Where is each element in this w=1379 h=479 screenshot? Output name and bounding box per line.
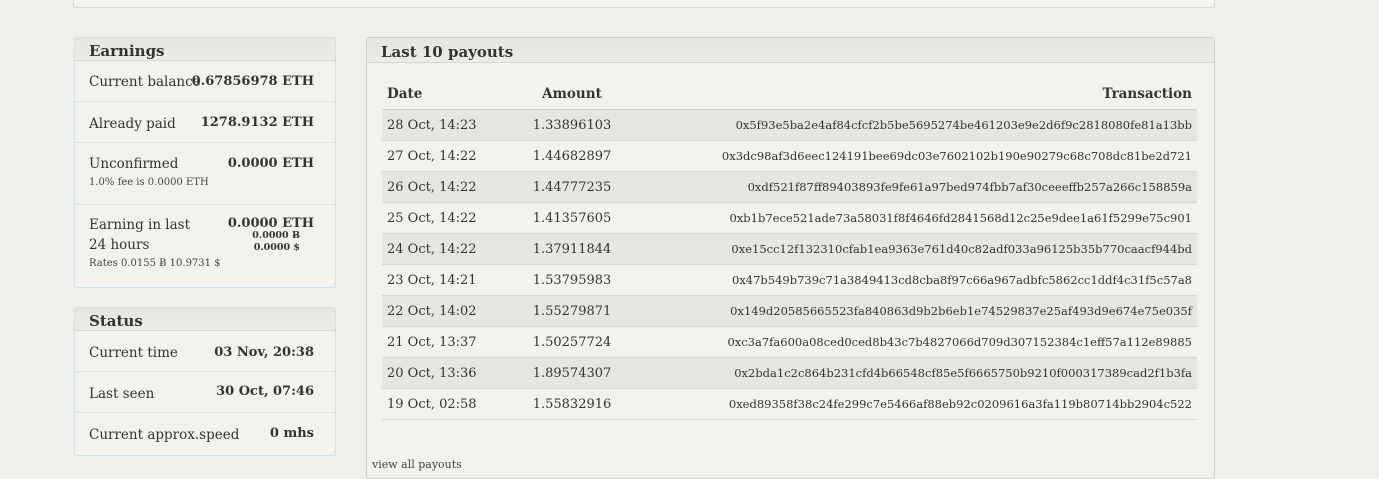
payout-row: 27 Oct, 14:22 1.44682897 0x3dc98af3d6eec12… bbox=[382, 140, 1197, 172]
payout-amount: 1.41357605 bbox=[512, 202, 632, 234]
payout-amount: 1.50257724 bbox=[512, 326, 632, 358]
payout-amount: 1.53795983 bbox=[512, 264, 632, 296]
earning-24h-usd: 0.0000 $ bbox=[253, 242, 300, 253]
payout-date: 25 Oct, 14:22 bbox=[382, 202, 512, 234]
payouts-header-row: Date Amount Transaction bbox=[382, 79, 1197, 110]
payout-row: 20 Oct, 13:36 1.89574307 0x2bda1c2c864b231… bbox=[382, 357, 1197, 389]
payout-row: 21 Oct, 13:37 1.50257724 0xc3a7fa600a08ced… bbox=[382, 326, 1197, 358]
view-all-payouts-link[interactable]: view all payouts bbox=[372, 458, 462, 471]
payout-transaction[interactable]: 0x47b549b739c71a3849413cd8cba8f97c66a967… bbox=[632, 264, 1197, 296]
speed-value: 0 mhs bbox=[269, 426, 314, 441]
payout-amount: 1.37911844 bbox=[512, 233, 632, 265]
payout-date: 27 Oct, 14:22 bbox=[382, 140, 512, 172]
last-seen-row: Last seen 30 Oct, 07:46 bbox=[75, 372, 335, 413]
speed-row: Current approx.speed 0 mhs bbox=[75, 413, 335, 453]
payout-date: 28 Oct, 14:23 bbox=[382, 109, 512, 141]
current-balance-value: 0.67856978 ETH bbox=[191, 74, 314, 89]
payout-transaction[interactable]: 0x2bda1c2c864b231cfd4b66548cf85e5f666575… bbox=[632, 357, 1197, 389]
earning-24h-row: Earning in last 24 hours 0.0000 ETH 0.00… bbox=[75, 205, 335, 284]
payout-amount: 1.89574307 bbox=[512, 357, 632, 389]
top-container-edge bbox=[73, 0, 1215, 8]
payout-transaction[interactable]: 0xdf521f87ff89403893fe9fe61a97bed974fbb7… bbox=[632, 171, 1197, 203]
rates-note: Rates 0.0155 Ƀ 10.9731 $ bbox=[89, 258, 221, 269]
payout-amount: 1.44682897 bbox=[512, 140, 632, 172]
payout-row: 25 Oct, 14:22 1.41357605 0xb1b7ece521ade73… bbox=[382, 202, 1197, 234]
payout-transaction[interactable]: 0xed89358f38c24fe299c7e5466af88eb92c0209… bbox=[632, 388, 1197, 420]
unconfirmed-value: 0.0000 ETH bbox=[227, 156, 314, 171]
payout-transaction[interactable]: 0x5f93e5ba2e4af84cfcf2b5be5695274be46120… bbox=[632, 109, 1197, 141]
payout-row: 26 Oct, 14:22 1.44777235 0xdf521f87ff89403… bbox=[382, 171, 1197, 203]
payout-row: 23 Oct, 14:21 1.53795983 0x47b549b739c71a3… bbox=[382, 264, 1197, 296]
earning-24h-value: 0.0000 ETH bbox=[227, 216, 314, 231]
current-balance-row: Current balance 0.67856978 ETH bbox=[75, 61, 335, 102]
last-seen-value: 30 Oct, 07:46 bbox=[216, 384, 314, 399]
current-time-value: 03 Nov, 20:38 bbox=[214, 345, 314, 360]
payout-amount: 1.55279871 bbox=[512, 295, 632, 327]
payout-transaction[interactable]: 0xe15cc12f132310cfab1ea9363e761d40c82adf… bbox=[632, 233, 1197, 265]
payout-row: 28 Oct, 14:23 1.33896103 0x5f93e5ba2e4af84… bbox=[382, 109, 1197, 141]
earnings-panel: Earnings Current balance 0.67856978 ETH … bbox=[74, 37, 336, 288]
already-paid-value: 1278.9132 ETH bbox=[200, 115, 314, 130]
payout-transaction[interactable]: 0x3dc98af3d6eec124191bee69dc03e7602102b1… bbox=[632, 140, 1197, 172]
payouts-title: Last 10 payouts bbox=[367, 38, 1214, 63]
column-transaction: Transaction bbox=[632, 79, 1197, 110]
payouts-panel: Last 10 payouts Date Amount Transaction … bbox=[366, 37, 1215, 479]
payout-transaction[interactable]: 0x149d20585665523fa840863d9b2b6eb1e74529… bbox=[632, 295, 1197, 327]
payout-row: 19 Oct, 02:58 1.55832916 0xed89358f38c24fe… bbox=[382, 388, 1197, 420]
payout-row: 22 Oct, 14:02 1.55279871 0x149d20585665523… bbox=[382, 295, 1197, 327]
payout-date: 22 Oct, 14:02 bbox=[382, 295, 512, 327]
payout-date: 26 Oct, 14:22 bbox=[382, 171, 512, 203]
current-time-row: Current time 03 Nov, 20:38 bbox=[75, 331, 335, 372]
payout-date: 23 Oct, 14:21 bbox=[382, 264, 512, 296]
column-date: Date bbox=[382, 79, 512, 110]
payout-transaction[interactable]: 0xc3a7fa600a08ced0ced8b43c7b4827066d709d… bbox=[632, 326, 1197, 358]
payouts-table: Date Amount Transaction 28 Oct, 14:23 1.3… bbox=[382, 79, 1197, 420]
status-title: Status bbox=[75, 308, 335, 331]
payout-amount: 1.44777235 bbox=[512, 171, 632, 203]
column-amount: Amount bbox=[512, 79, 632, 110]
payout-amount: 1.33896103 bbox=[512, 109, 632, 141]
earning-24h-btc: 0.0000 Ƀ bbox=[252, 230, 300, 241]
payout-date: 21 Oct, 13:37 bbox=[382, 326, 512, 358]
earning-24h-label: Earning in last 24 hours bbox=[89, 217, 191, 253]
payout-date: 24 Oct, 14:22 bbox=[382, 233, 512, 265]
payout-amount: 1.55832916 bbox=[512, 388, 632, 420]
earnings-title: Earnings bbox=[75, 38, 335, 61]
fee-note: 1.0% fee is 0.0000 ETH bbox=[89, 177, 209, 188]
status-panel: Status Current time 03 Nov, 20:38 Last s… bbox=[74, 307, 336, 456]
payout-row: 24 Oct, 14:22 1.37911844 0xe15cc12f132310c… bbox=[382, 233, 1197, 265]
already-paid-row: Already paid 1278.9132 ETH bbox=[75, 102, 335, 143]
unconfirmed-row: Unconfirmed 0.0000 ETH 1.0% fee is 0.000… bbox=[75, 143, 335, 205]
payout-date: 19 Oct, 02:58 bbox=[382, 388, 512, 420]
payout-transaction[interactable]: 0xb1b7ece521ade73a58031f8f4646fd2841568d… bbox=[632, 202, 1197, 234]
payout-date: 20 Oct, 13:36 bbox=[382, 357, 512, 389]
